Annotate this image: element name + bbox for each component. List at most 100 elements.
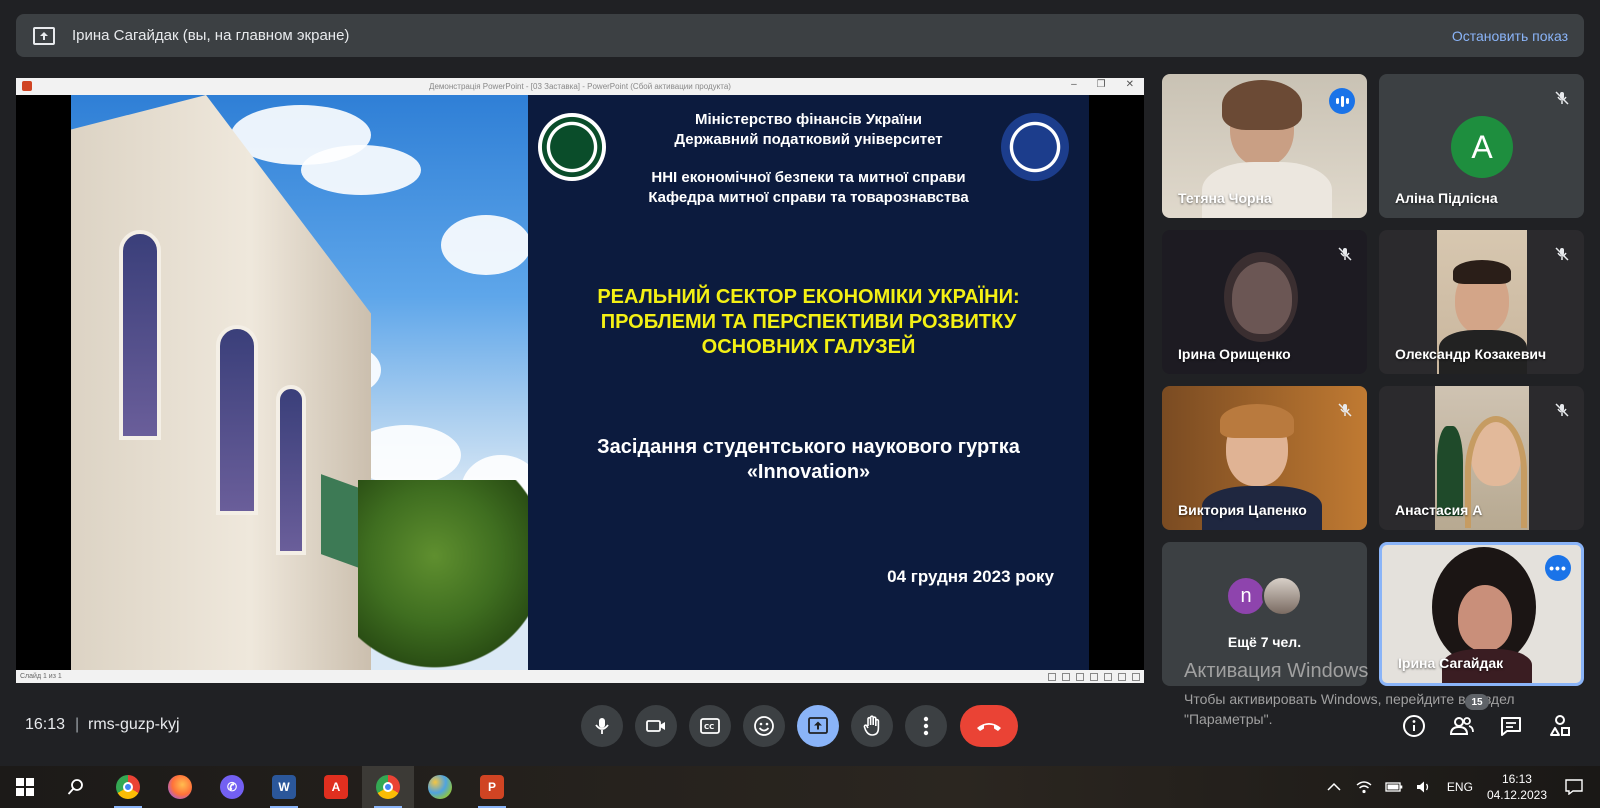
powerpoint-statusbar: Слайд 1 из 1 xyxy=(16,670,1144,683)
search-icon xyxy=(67,779,83,795)
slideshow-view-icon[interactable] xyxy=(1132,672,1140,681)
activities-button[interactable] xyxy=(1546,712,1574,740)
firefox-icon xyxy=(168,775,192,799)
activities-icon xyxy=(1550,715,1570,736)
battery-icon[interactable] xyxy=(1382,766,1406,808)
meeting-code: rms-guzp-kyj xyxy=(88,716,180,733)
mic-off-icon xyxy=(1552,244,1572,264)
mic-off-icon xyxy=(1552,88,1572,108)
chat-button[interactable] xyxy=(1497,712,1525,740)
slide-subtitle: Засідання студентського наукового гуртка… xyxy=(597,436,1020,483)
participant-count-badge: 15 xyxy=(1465,694,1489,710)
start-button[interactable] xyxy=(0,766,50,808)
emoji-icon xyxy=(754,716,774,736)
system-tray: ENG 16:13 04.12.2023 xyxy=(1319,766,1600,808)
meeting-time: 16:13 xyxy=(25,716,66,733)
chrome-icon xyxy=(376,775,400,799)
windows-taskbar: ✆ W A P ENG 16:13 04.12.2023 xyxy=(0,766,1600,808)
wifi-icon[interactable] xyxy=(1352,766,1376,808)
participant-tile[interactable]: Олександр Козакевич xyxy=(1379,230,1584,374)
stop-presenting-button[interactable]: Остановить показ xyxy=(1452,28,1568,44)
participant-tile[interactable]: Анастасия А xyxy=(1379,386,1584,530)
reactions-button[interactable] xyxy=(743,705,785,747)
people-icon xyxy=(1449,717,1474,735)
participant-tile[interactable]: A Аліна Підлісна xyxy=(1379,74,1584,218)
slide: Міністерство фінансів України Державний … xyxy=(71,95,1089,670)
taskbar-firefox[interactable] xyxy=(154,766,206,808)
word-icon: W xyxy=(272,775,296,799)
speaking-indicator-icon xyxy=(1329,88,1355,114)
minimize-icon[interactable]: – xyxy=(1071,79,1077,90)
more-participants-label: Ещё 7 чел. xyxy=(1227,634,1302,650)
powerpoint-icon xyxy=(22,81,32,91)
participant-tile[interactable]: Тетяна Чорна xyxy=(1162,74,1367,218)
slide-title: РЕАЛЬНИЙ СЕКТОР ЕКОНОМІКИ УКРАЇНИ: ПРОБЛ… xyxy=(597,286,1020,358)
slide-institute: ННІ економічної безпеки та митної справи… xyxy=(648,169,969,206)
language-indicator[interactable]: ENG xyxy=(1447,780,1473,794)
people-button[interactable] xyxy=(1448,712,1476,740)
meeting-details-button[interactable] xyxy=(1400,712,1428,740)
volume-icon[interactable] xyxy=(1412,766,1436,808)
powerpoint-titlebar: Демонстрація PowerPoint - [03 Заставка] … xyxy=(16,78,1144,95)
restore-icon[interactable]: ❐ xyxy=(1097,79,1106,90)
present-now-button[interactable] xyxy=(797,705,839,747)
windows-logo-icon xyxy=(16,778,34,796)
chat-icon xyxy=(1501,717,1521,736)
raise-hand-button[interactable] xyxy=(851,705,893,747)
mic-off-icon xyxy=(1335,400,1355,420)
paint-icon xyxy=(428,775,452,799)
acrobat-icon: A xyxy=(324,775,348,799)
leave-call-button[interactable] xyxy=(960,705,1018,747)
camera-icon xyxy=(646,720,665,732)
chevron-up-icon[interactable] xyxy=(1322,766,1346,808)
captions-button[interactable]: CC xyxy=(689,705,731,747)
participant-name: Ірина Орищенко xyxy=(1178,346,1291,362)
taskbar-chrome[interactable] xyxy=(102,766,154,808)
more-options-button[interactable] xyxy=(905,705,947,747)
participant-tile[interactable]: Виктория Цапенко xyxy=(1162,386,1367,530)
participant-name: Олександр Козакевич xyxy=(1395,346,1547,362)
avatar xyxy=(1262,576,1302,616)
presenter-label: Ірина Сагайдак (вы, на главном экране) xyxy=(72,27,350,44)
presenting-bar: Ірина Сагайдак (вы, на главном экране) О… xyxy=(16,14,1584,57)
nav-next-icon[interactable] xyxy=(1076,672,1084,681)
university-building-photo xyxy=(71,95,528,670)
svg-text:CC: CC xyxy=(704,723,714,731)
info-icon xyxy=(1403,715,1425,737)
avatar: A xyxy=(1451,116,1513,178)
present-screen-icon xyxy=(808,717,828,734)
shared-presentation: Демонстрація PowerPoint - [03 Заставка] … xyxy=(16,78,1144,683)
powerpoint-icon: P xyxy=(480,775,504,799)
taskbar-viber[interactable]: ✆ xyxy=(206,766,258,808)
microphone-button[interactable] xyxy=(581,705,623,747)
captions-icon: CC xyxy=(700,718,720,734)
powerpoint-window-title: Демонстрація PowerPoint - [03 Заставка] … xyxy=(429,82,731,91)
slide-date: 04 грудня 2023 року xyxy=(887,567,1054,586)
normal-view-icon[interactable] xyxy=(1090,672,1098,681)
taskbar-word[interactable]: W xyxy=(258,766,310,808)
reading-view-icon[interactable] xyxy=(1118,672,1126,681)
mic-off-icon xyxy=(1335,244,1355,264)
camera-button[interactable] xyxy=(635,705,677,747)
search-button[interactable] xyxy=(50,766,102,808)
taskbar-clock[interactable]: 16:13 04.12.2023 xyxy=(1487,771,1547,803)
nav-menu-icon[interactable] xyxy=(1062,672,1070,681)
nav-prev-icon[interactable] xyxy=(1048,672,1056,681)
sorter-view-icon[interactable] xyxy=(1104,672,1112,681)
divider: | xyxy=(75,716,80,733)
taskbar-powerpoint[interactable]: P xyxy=(466,766,518,808)
taskbar-acrobat[interactable]: A xyxy=(310,766,362,808)
slide-header: Міністерство фінансів України Державний … xyxy=(674,111,943,148)
taskbar-paint[interactable] xyxy=(414,766,466,808)
avatar: n xyxy=(1226,576,1266,616)
chrome-icon xyxy=(116,775,140,799)
hand-icon xyxy=(863,715,880,736)
notifications-icon[interactable] xyxy=(1562,766,1586,808)
participant-tile[interactable]: Ірина Орищенко xyxy=(1162,230,1367,374)
more-options-icon[interactable]: ••• xyxy=(1545,555,1571,581)
hangup-icon xyxy=(977,723,1001,731)
more-vert-icon xyxy=(923,716,929,736)
taskbar-chrome-active[interactable] xyxy=(362,766,414,808)
close-icon[interactable]: ✕ xyxy=(1126,79,1134,90)
mic-off-icon xyxy=(1552,400,1572,420)
